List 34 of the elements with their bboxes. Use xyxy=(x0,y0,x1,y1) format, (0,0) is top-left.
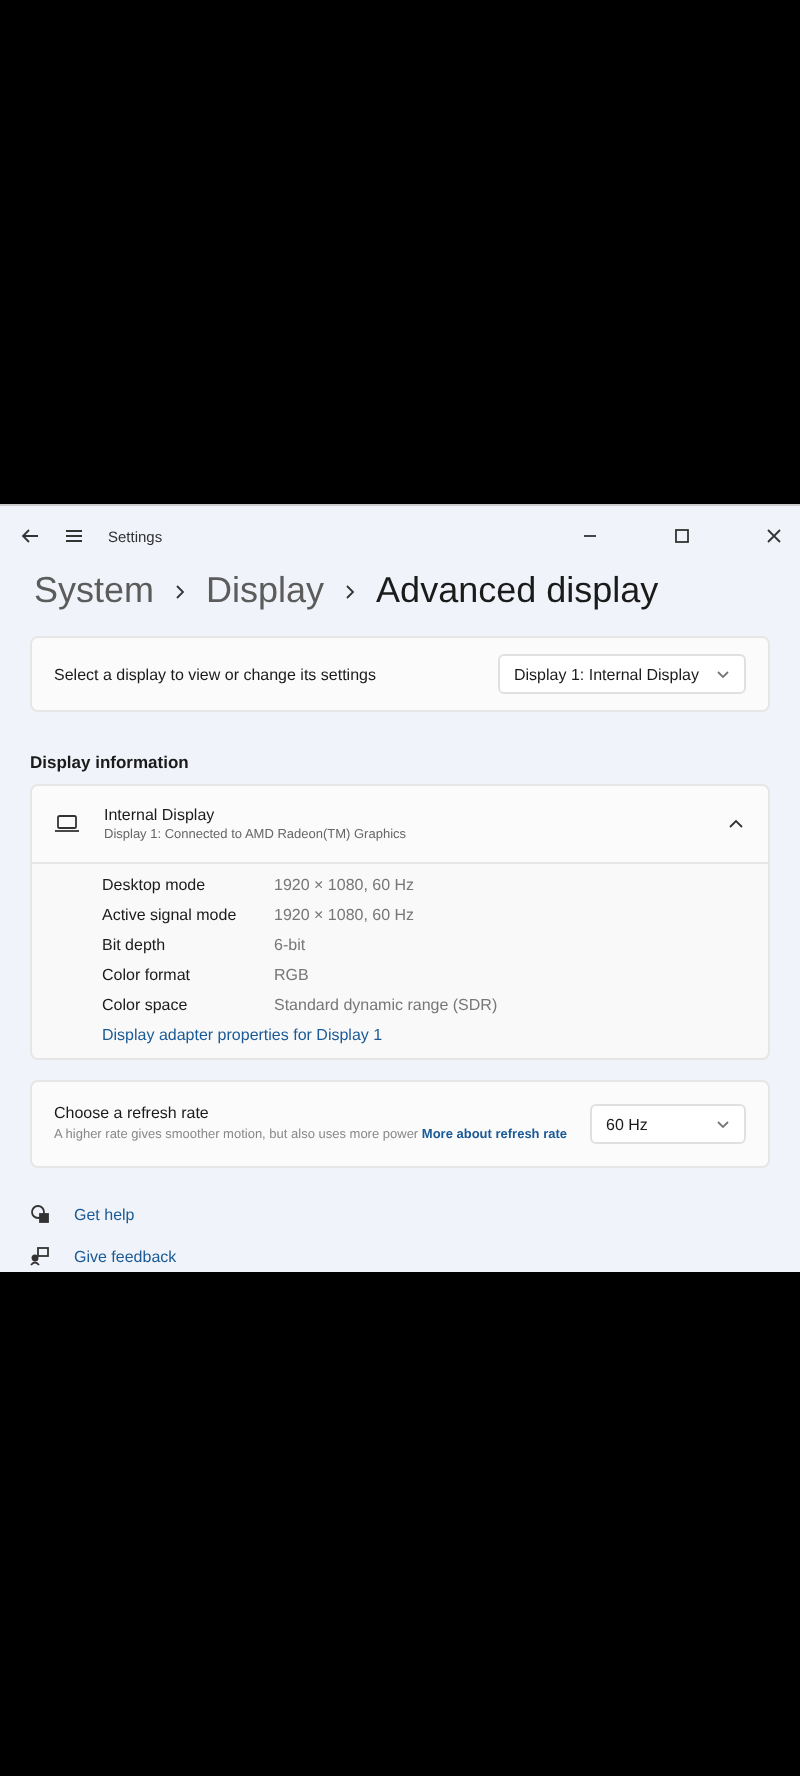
display-dropdown[interactable]: Display 1: Internal Display xyxy=(498,654,746,694)
caret-icon xyxy=(716,1119,730,1129)
help-link[interactable]: Get help xyxy=(74,1205,135,1223)
help-icon xyxy=(30,1204,50,1224)
menu-icon[interactable] xyxy=(64,526,84,546)
chevron-right-icon xyxy=(344,583,357,599)
info-value: 1920 × 1080, 60 Hz xyxy=(274,904,417,928)
feedback-icon xyxy=(30,1246,50,1266)
info-value: Standard dynamic range (SDR) xyxy=(274,994,500,1018)
info-value: RGB xyxy=(274,964,311,988)
setting-label: Select a display to view or change its settings xyxy=(54,665,376,683)
close-icon[interactable] xyxy=(764,526,784,546)
maximize-icon[interactable] xyxy=(672,526,692,546)
info-label: Color format xyxy=(102,964,193,988)
display-name: Internal Display xyxy=(104,806,217,824)
laptop-icon xyxy=(54,814,80,834)
info-label: Bit depth xyxy=(102,934,168,958)
breadcrumb-item[interactable]: Display xyxy=(206,570,325,612)
caret-icon xyxy=(716,669,730,679)
info-value: 1920 × 1080, 60 Hz xyxy=(274,874,417,898)
chevron-right-icon xyxy=(174,583,187,599)
breadcrumb-item: Advanced display xyxy=(376,570,659,612)
section-title: Display information xyxy=(30,752,191,772)
info-value: 6-bit xyxy=(274,934,308,958)
refresh-rate-dropdown[interactable]: 60 Hz xyxy=(590,1104,746,1144)
breadcrumb-item[interactable]: System xyxy=(34,570,155,612)
feedback-link[interactable]: Give feedback xyxy=(74,1247,177,1265)
chevron-icon xyxy=(728,818,744,830)
back-icon[interactable] xyxy=(20,526,40,546)
adapter-properties-link[interactable]: Display adapter properties for Display 1 xyxy=(102,1024,768,1048)
info-label: Active signal mode xyxy=(102,904,239,928)
info-label: Desktop mode xyxy=(102,874,208,898)
info-label: Color space xyxy=(102,994,190,1018)
refresh-rate-title: Choose a refresh rate xyxy=(54,1104,211,1122)
